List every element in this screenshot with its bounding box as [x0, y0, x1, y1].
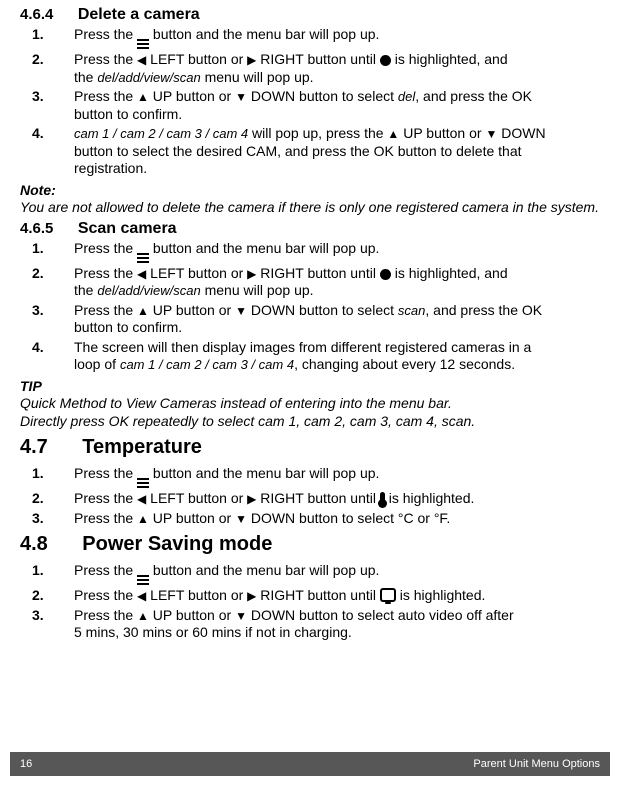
step-text: Press the button and the menu bar will p…	[74, 26, 600, 49]
step-text: Press the button and the menu bar will p…	[74, 562, 600, 585]
step-number: 4.	[32, 125, 62, 143]
step-text: Press the ▲ UP button or ▼ DOWN button t…	[74, 607, 600, 642]
menu-icon	[137, 478, 149, 488]
step-number: 3.	[32, 302, 62, 320]
down-arrow-icon: ▼	[235, 91, 247, 103]
tip-title: TIP	[20, 378, 600, 394]
section-464-title: Delete a camera	[78, 6, 200, 23]
section-47-header: 4.7 Temperature	[20, 436, 600, 459]
step-number: 1.	[32, 26, 62, 44]
menu-option-scan: scan	[398, 303, 425, 318]
section-464-header: 4.6.4 Delete a camera	[20, 6, 600, 24]
section-48-number: 4.8	[20, 533, 48, 555]
up-arrow-icon: ▲	[137, 305, 149, 317]
down-arrow-icon: ▼	[485, 128, 497, 140]
section-48-title: Power Saving mode	[82, 533, 272, 555]
down-arrow-icon: ▼	[235, 305, 247, 317]
step-text: Press the button and the menu bar will p…	[74, 240, 600, 263]
section-464-steps: 1. Press the button and the menu bar wil…	[20, 26, 600, 178]
left-arrow-icon: ◀	[137, 493, 146, 505]
step-number: 1.	[32, 465, 62, 483]
down-arrow-icon: ▼	[235, 610, 247, 622]
menu-option-del: del	[398, 89, 415, 104]
menu-icon	[137, 253, 149, 263]
step-number: 4.	[32, 339, 62, 357]
step-text: cam 1 / cam 2 / cam 3 / cam 4 will pop u…	[74, 125, 600, 178]
section-465-title: Scan camera	[78, 220, 177, 237]
list-item: 2. Press the ◀ LEFT button or ▶ RIGHT bu…	[20, 51, 600, 86]
cam-list: cam 1 / cam 2 / cam 3 / cam 4	[74, 126, 248, 141]
step-number: 2.	[32, 490, 62, 508]
monitor-icon	[380, 588, 396, 602]
step-text: The screen will then display images from…	[74, 339, 600, 374]
right-arrow-icon: ▶	[247, 493, 256, 505]
step-number: 2.	[32, 51, 62, 69]
left-arrow-icon: ◀	[137, 268, 146, 280]
right-arrow-icon: ▶	[247, 54, 256, 66]
step-number: 3.	[32, 607, 62, 625]
step-number: 1.	[32, 240, 62, 258]
list-item: 4. cam 1 / cam 2 / cam 3 / cam 4 will po…	[20, 125, 600, 178]
document-page: 4.6.4 Delete a camera 1. Press the butto…	[0, 0, 620, 786]
cam-list: cam 1 / cam 2 / cam 3 / cam 4	[120, 357, 294, 372]
section-47-title: Temperature	[82, 436, 202, 458]
note-title: Note:	[20, 182, 600, 198]
tip-body: Quick Method to View Cameras instead of …	[20, 394, 600, 430]
list-item: 1. Press the button and the menu bar wil…	[20, 240, 600, 263]
page-footer: 16 Parent Unit Menu Options	[10, 752, 610, 776]
section-465-number: 4.6.5	[20, 220, 53, 237]
list-item: 2. Press the ◀ LEFT button or ▶ RIGHT bu…	[20, 587, 600, 605]
list-item: 2. Press the ◀ LEFT button or ▶ RIGHT bu…	[20, 490, 600, 508]
list-item: 3. Press the ▲ UP button or ▼ DOWN butto…	[20, 607, 600, 642]
section-47-steps: 1. Press the button and the menu bar wil…	[20, 465, 600, 527]
right-arrow-icon: ▶	[247, 590, 256, 602]
up-arrow-icon: ▲	[387, 128, 399, 140]
step-text: Press the button and the menu bar will p…	[74, 465, 600, 488]
list-item: 1. Press the button and the menu bar wil…	[20, 562, 600, 585]
step-text: Press the ◀ LEFT button or ▶ RIGHT butto…	[74, 265, 600, 300]
section-465-steps: 1. Press the button and the menu bar wil…	[20, 240, 600, 374]
thermometer-icon	[380, 492, 385, 505]
section-47-number: 4.7	[20, 436, 48, 458]
menu-icon	[137, 575, 149, 585]
section-48-steps: 1. Press the button and the menu bar wil…	[20, 562, 600, 642]
up-arrow-icon: ▲	[137, 610, 149, 622]
page-number: 16	[20, 752, 32, 776]
menu-options: del/add/view/scan	[97, 70, 200, 85]
up-arrow-icon: ▲	[137, 513, 149, 525]
right-arrow-icon: ▶	[247, 268, 256, 280]
step-number: 2.	[32, 265, 62, 283]
left-arrow-icon: ◀	[137, 590, 146, 602]
step-number: 2.	[32, 587, 62, 605]
footer-label: Parent Unit Menu Options	[473, 752, 600, 776]
list-item: 3. Press the ▲ UP button or ▼ DOWN butto…	[20, 510, 600, 528]
step-text: Press the ◀ LEFT button or ▶ RIGHT butto…	[74, 490, 600, 508]
section-465-header: 4.6.5 Scan camera	[20, 220, 600, 238]
step-text: Press the ▲ UP button or ▼ DOWN button t…	[74, 88, 600, 123]
list-item: 4. The screen will then display images f…	[20, 339, 600, 374]
list-item: 3. Press the ▲ UP button or ▼ DOWN butto…	[20, 88, 600, 123]
list-item: 1. Press the button and the menu bar wil…	[20, 26, 600, 49]
camera-icon	[380, 55, 391, 66]
camera-icon	[380, 269, 391, 280]
list-item: 3. Press the ▲ UP button or ▼ DOWN butto…	[20, 302, 600, 337]
step-text: Press the ▲ UP button or ▼ DOWN button t…	[74, 510, 600, 528]
list-item: 2. Press the ◀ LEFT button or ▶ RIGHT bu…	[20, 265, 600, 300]
menu-options: del/add/view/scan	[97, 283, 200, 298]
step-number: 3.	[32, 88, 62, 106]
step-text: Press the ▲ UP button or ▼ DOWN button t…	[74, 302, 600, 337]
step-text: Press the ◀ LEFT button or ▶ RIGHT butto…	[74, 587, 600, 605]
step-number: 3.	[32, 510, 62, 528]
note-body: You are not allowed to delete the camera…	[20, 198, 600, 216]
step-text: Press the ◀ LEFT button or ▶ RIGHT butto…	[74, 51, 600, 86]
section-48-header: 4.8 Power Saving mode	[20, 533, 600, 556]
step-number: 1.	[32, 562, 62, 580]
menu-icon	[137, 39, 149, 49]
section-464-number: 4.6.4	[20, 6, 53, 23]
list-item: 1. Press the button and the menu bar wil…	[20, 465, 600, 488]
down-arrow-icon: ▼	[235, 513, 247, 525]
up-arrow-icon: ▲	[137, 91, 149, 103]
left-arrow-icon: ◀	[137, 54, 146, 66]
